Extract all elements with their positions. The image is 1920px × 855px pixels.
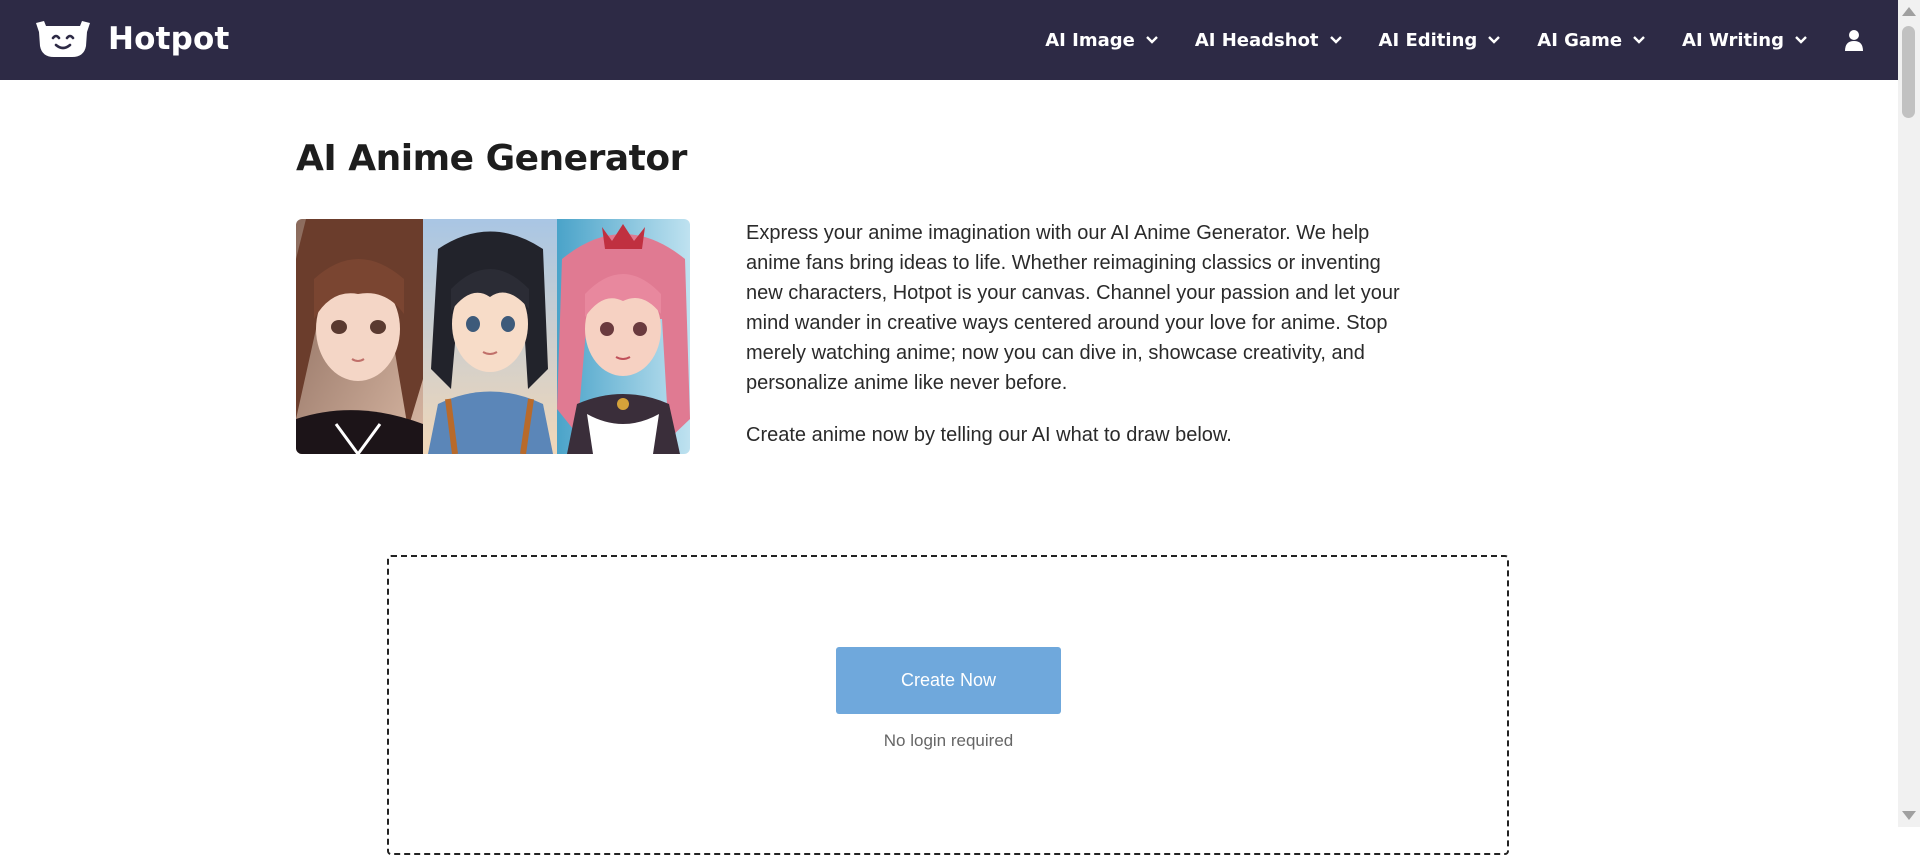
nav-ai-writing[interactable]: AI Writing [1682, 30, 1808, 51]
nav-ai-headshot[interactable]: AI Headshot [1195, 30, 1343, 51]
nav-ai-headshot-label: AI Headshot [1194, 29, 1319, 51]
brand-link[interactable]: Hotpot [34, 20, 230, 58]
brand-name: Hotpot [108, 21, 230, 57]
nav-ai-image-label: AI Image [1045, 29, 1135, 51]
anime-portrait-1 [296, 219, 423, 454]
chevron-down-icon [1633, 36, 1645, 44]
page-scrollbar[interactable] [1898, 0, 1920, 827]
chevron-down-icon [1145, 36, 1158, 44]
main-nav: AI Image AI Headshot AI Editing AI Game … [1045, 0, 1898, 80]
nav-ai-editing[interactable]: AI Editing [1379, 30, 1502, 51]
cta-text: Create anime now by telling our AI what … [746, 424, 1232, 446]
scroll-up-arrow-icon[interactable] [1902, 7, 1916, 16]
nav-ai-game-label: AI Game [1537, 29, 1623, 51]
chevron-down-icon [1329, 36, 1342, 44]
nav-ai-editing-label: AI Editing [1378, 29, 1478, 51]
intro-paragraph: Express your anime imagination with our … [746, 222, 1400, 394]
nav-ai-writing-label: AI Writing [1682, 29, 1784, 51]
scroll-thumb[interactable] [1902, 26, 1915, 118]
chevron-down-icon [1795, 36, 1807, 44]
chevron-down-icon [1488, 36, 1501, 44]
nav-ai-image[interactable]: AI Image [1045, 30, 1159, 51]
anime-portrait-2 [423, 219, 557, 454]
hotpot-logo-icon [36, 21, 90, 57]
no-login-note: No login required [883, 731, 1014, 750]
create-now-button[interactable]: Create Now [836, 647, 1061, 714]
user-icon[interactable] [1844, 29, 1864, 51]
nav-ai-game[interactable]: AI Game [1537, 30, 1646, 51]
anime-portrait-3 [557, 219, 690, 454]
top-navigation-bar: Hotpot AI Image AI Headshot AI Editing A… [0, 0, 1898, 80]
page-title: AI Anime Generator [296, 138, 687, 179]
scroll-down-arrow-icon[interactable] [1902, 811, 1916, 820]
anime-examples-image [296, 219, 690, 454]
